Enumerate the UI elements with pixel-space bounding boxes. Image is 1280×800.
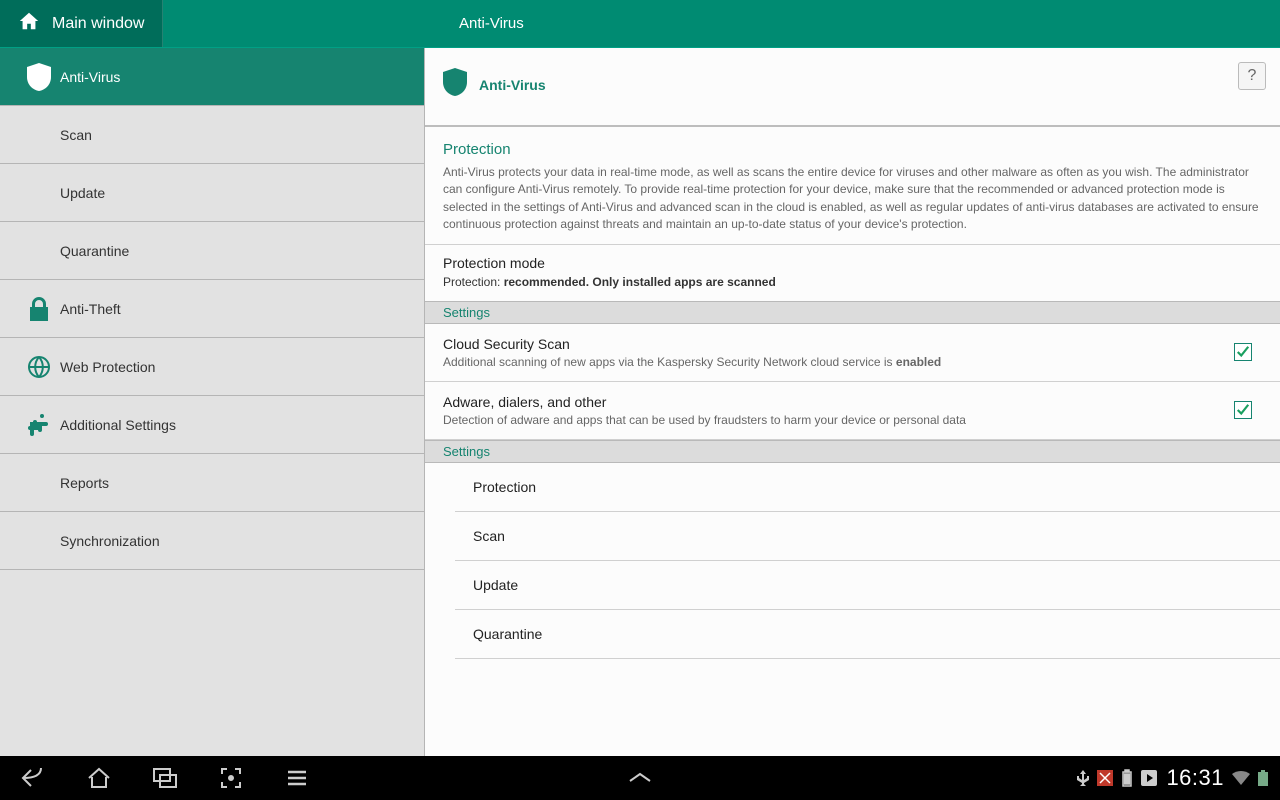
link-protection[interactable]: Protection — [455, 463, 1280, 512]
adware-row[interactable]: Adware, dialers, and other Detection of … — [425, 382, 1280, 440]
screenshot-button[interactable] — [198, 756, 264, 800]
sidebar-item-label: Update — [60, 185, 105, 201]
help-button[interactable]: ? — [1238, 62, 1266, 90]
adware-desc: Detection of adware and apps that can be… — [443, 413, 1224, 427]
page-title: Anti-Virus — [445, 0, 524, 47]
protection-block: Protection Anti-Virus protects your data… — [425, 127, 1280, 244]
cloud-checkbox[interactable] — [1234, 343, 1252, 361]
sidebar-item-label: Anti-Virus — [60, 69, 120, 85]
expand-button[interactable] — [626, 771, 654, 785]
sidebar-item-label: Reports — [60, 475, 109, 491]
home-button[interactable]: Main window — [0, 0, 163, 47]
battery-icon — [1118, 769, 1136, 787]
home-nav-button[interactable] — [66, 756, 132, 800]
sidebar-item-label: Scan — [60, 127, 92, 143]
shield-icon — [18, 63, 60, 91]
back-button[interactable] — [0, 756, 66, 800]
protection-description: Anti-Virus protects your data in real-ti… — [443, 164, 1262, 234]
sidebar-item-antitheft[interactable]: Anti-Theft — [0, 280, 424, 338]
recent-button[interactable] — [132, 756, 198, 800]
wifi-icon — [1232, 769, 1250, 787]
status-tray[interactable]: 16:31 — [1074, 765, 1272, 791]
sidebar-item-label: Web Protection — [60, 359, 155, 375]
mode-title: Protection mode — [443, 255, 1262, 271]
app-notification-icon — [1096, 769, 1114, 787]
sidebar-item-webprotection[interactable]: Web Protection — [0, 338, 424, 396]
android-navbar: 16:31 — [0, 756, 1280, 800]
sidebar-item-label: Additional Settings — [60, 417, 176, 433]
clock: 16:31 — [1166, 765, 1224, 791]
usb-icon — [1074, 769, 1092, 787]
mode-value: Protection: recommended. Only installed … — [443, 275, 1262, 289]
sidebar-item-reports[interactable]: Reports — [0, 454, 424, 512]
adware-title: Adware, dialers, and other — [443, 394, 1224, 410]
check-icon — [1236, 403, 1250, 417]
section-header: Anti-Virus ? — [425, 48, 1280, 127]
cloud-title: Cloud Security Scan — [443, 336, 1224, 352]
sidebar-item-quarantine[interactable]: Quarantine — [0, 222, 424, 280]
sidebar-item-antivirus[interactable]: Anti-Virus — [0, 48, 424, 106]
settings-header-2: Settings — [425, 440, 1280, 463]
protection-heading: Protection — [443, 141, 1262, 158]
lock-icon — [18, 297, 60, 321]
sidebar-item-scan[interactable]: Scan — [0, 106, 424, 164]
protection-mode-row[interactable]: Protection mode Protection: recommended.… — [425, 244, 1280, 301]
home-label: Main window — [52, 15, 144, 33]
adware-checkbox[interactable] — [1234, 401, 1252, 419]
sidebar-item-update[interactable]: Update — [0, 164, 424, 222]
link-scan[interactable]: Scan — [455, 512, 1280, 561]
sidebar: Anti-Virus Scan Update Quarantine Anti-T… — [0, 48, 425, 756]
link-update[interactable]: Update — [455, 561, 1280, 610]
puzzle-icon — [18, 413, 60, 437]
section-title: Anti-Virus — [479, 77, 546, 93]
globe-icon — [18, 355, 60, 379]
top-bar: Main window Anti-Virus — [0, 0, 1280, 48]
play-icon — [1140, 769, 1158, 787]
shield-icon — [443, 68, 467, 101]
settings-header: Settings — [425, 301, 1280, 324]
sidebar-item-additional[interactable]: Additional Settings — [0, 396, 424, 454]
cloud-security-row[interactable]: Cloud Security Scan Additional scanning … — [425, 324, 1280, 382]
sidebar-item-label: Anti-Theft — [60, 301, 121, 317]
link-quarantine[interactable]: Quarantine — [455, 610, 1280, 659]
menu-button[interactable] — [264, 756, 330, 800]
battery-status-icon — [1254, 769, 1272, 787]
sidebar-item-sync[interactable]: Synchronization — [0, 512, 424, 570]
main-panel: Anti-Virus ? Protection Anti-Virus prote… — [425, 48, 1280, 756]
sidebar-item-label: Quarantine — [60, 243, 129, 259]
home-icon — [18, 10, 40, 37]
check-icon — [1236, 345, 1250, 359]
cloud-desc: Additional scanning of new apps via the … — [443, 355, 1224, 369]
content: Anti-Virus Scan Update Quarantine Anti-T… — [0, 48, 1280, 756]
sidebar-item-label: Synchronization — [60, 533, 160, 549]
